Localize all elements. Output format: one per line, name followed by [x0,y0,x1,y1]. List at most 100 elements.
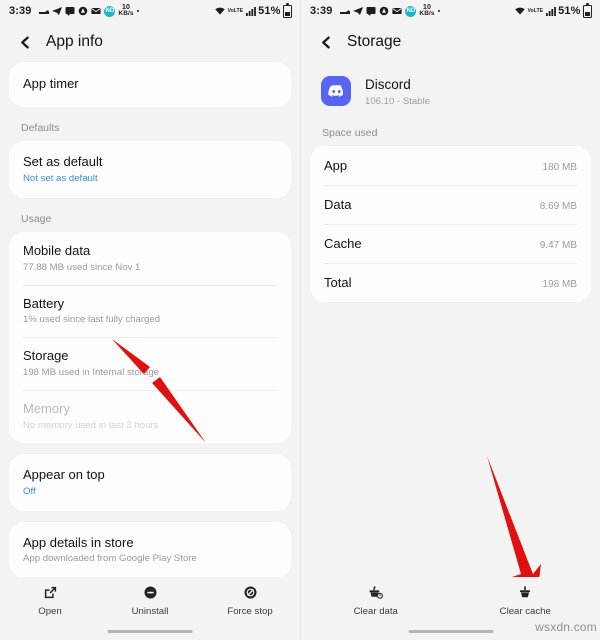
app-name: Discord [365,77,411,92]
adblock-icon [78,6,88,16]
home-indicator-right[interactable] [408,629,493,633]
clear-cache-button[interactable]: Clear cache [451,584,600,617]
uninstall-button[interactable]: Uninstall [100,584,200,617]
row-title: Mobile data [23,242,91,258]
space-row-label: Data [324,196,352,212]
chat-icon [366,6,376,16]
section-label-space-used: Space used [322,126,378,139]
list-item-app-timer[interactable]: App timer [9,62,291,107]
more-dot-icon [136,9,140,13]
shoe-icon [340,6,351,16]
row-title: Appear on top [23,466,105,482]
list-item-storage[interactable]: Storage 198 MB used in Internal storage [9,337,291,390]
open-button[interactable]: Open [0,584,100,617]
right-phone-screen: 3:39 ND 10 KB/s VoLTE 51% Storage Discor… [300,0,600,640]
more-dot-icon [437,9,441,13]
row-subtitle: No memory used in last 3 hours [23,419,159,431]
page-title-left: App info [46,33,103,50]
bottom-bar-label: Uninstall [131,606,169,617]
telegram-icon [353,6,364,16]
row-title: Set as default [23,154,103,170]
space-row-value: 198 MB [542,278,577,290]
home-indicator-left[interactable] [107,629,193,633]
list-item-set-as-default[interactable]: Set as default Not set as default [9,141,291,198]
card-usage: Mobile data 77.88 MB used since Nov 1 Ba… [9,231,291,443]
app-bar-left: App info [0,22,300,62]
back-button-left[interactable] [14,31,36,53]
row-title: Storage [23,348,69,364]
shoe-icon [39,6,50,16]
status-bar-left-icons: 3:39 ND 10 KB/s [310,4,515,17]
telegram-icon [52,6,63,16]
space-row-value: 180 MB [542,161,577,173]
list-item-battery[interactable]: Battery 1% used since last fully charged [9,284,291,338]
space-row-value: 9.47 MB [539,239,577,251]
card-defaults: Set as default Not set as default [9,141,291,198]
status-bar-right: 3:39 ND 10 KB/s VoLTE 51% [301,0,600,22]
row-title: App details in store [23,534,134,550]
force-stop-icon [243,584,258,601]
force-stop-button[interactable]: Force stop [200,584,300,617]
row-subtitle: Off [23,485,36,497]
space-row-label: Cache [324,235,362,251]
row-subtitle: Not set as default [23,173,98,184]
card-app-timer: App timer [9,62,291,108]
list-item-memory: Memory No memory used in last 3 hours [9,390,291,443]
status-bar-left-icons: 3:39 ND 10 KB/s [9,4,215,17]
space-row-cache: Cache 9.47 MB [310,223,591,263]
battery-icon [583,3,592,18]
clear-data-button[interactable]: Clear data [301,584,451,617]
bottom-bar-label: Clear data [353,606,398,617]
broom-clock-icon [368,584,384,601]
bottom-bar-label: Open [38,606,62,617]
open-external-icon [43,584,58,601]
row-title: Memory [23,401,70,417]
section-label-defaults: Defaults [21,122,60,135]
app-header: Discord 106.10 - Stable [301,62,600,123]
dual-screenshot: 3:39 ND 10 KB/s VoLTE 51% App info App t… [0,0,600,640]
discord-icon [321,76,351,107]
space-row-value: 8.69 MB [539,200,577,212]
status-bar-left: 3:39 ND 10 KB/s VoLTE 51% [0,0,300,22]
app-bar-right: Storage [301,22,600,62]
list-item-appear-on-top[interactable]: Appear on top Off [9,454,291,511]
data-rate-unit: KB/s [419,10,435,17]
status-bar-right-icons: VoLTE 51% [215,3,292,18]
mail-icon [91,6,102,16]
status-time: 3:39 [310,5,333,17]
data-rate-icon: 10 KB/s [118,4,134,17]
status-time: 3:39 [9,5,32,17]
watermark: wsxdn.com [535,620,597,634]
adblock-icon [379,6,389,16]
signal-icon [245,6,256,16]
back-button-right[interactable] [315,31,337,53]
row-subtitle: App downloaded from Google Play Store [23,553,197,565]
battery-icon [283,3,292,18]
wifi-icon [515,6,525,16]
chat-icon [65,6,75,16]
right-content: Space used App 180 MB Data 8.69 MB Cache… [301,123,600,302]
badge-icon: ND [405,5,417,17]
left-phone-screen: 3:39 ND 10 KB/s VoLTE 51% App info App t… [0,0,300,640]
row-subtitle: 198 MB used in Internal storage [23,367,159,379]
app-identity: Discord 106.10 - Stable [365,76,430,107]
mail-icon [392,6,403,16]
data-rate-unit: KB/s [118,10,134,17]
list-item-app-details-in-store[interactable]: App details in store App downloaded from… [9,522,291,579]
volte-icon: VoLTE [227,7,244,14]
space-row-app: App 180 MB [310,146,591,185]
badge-icon: ND [104,5,116,17]
row-subtitle: 1% used since last fully charged [23,314,161,326]
list-item-mobile-data[interactable]: Mobile data 77.88 MB used since Nov 1 [9,232,291,285]
wifi-icon [215,6,225,16]
page-title-right: Storage [347,33,402,50]
app-version: 106.10 - Stable [365,95,431,107]
minus-circle-icon [143,584,158,601]
bottom-bar-label: Force stop [227,606,273,617]
row-title: App timer [23,76,79,91]
broom-icon [517,584,533,601]
card-app-details: App details in store App downloaded from… [9,521,291,579]
space-row-label: Total [324,274,352,290]
card-space-used: App 180 MB Data 8.69 MB Cache 9.47 MB To… [310,145,591,302]
space-row-data: Data 8.69 MB [310,184,591,224]
